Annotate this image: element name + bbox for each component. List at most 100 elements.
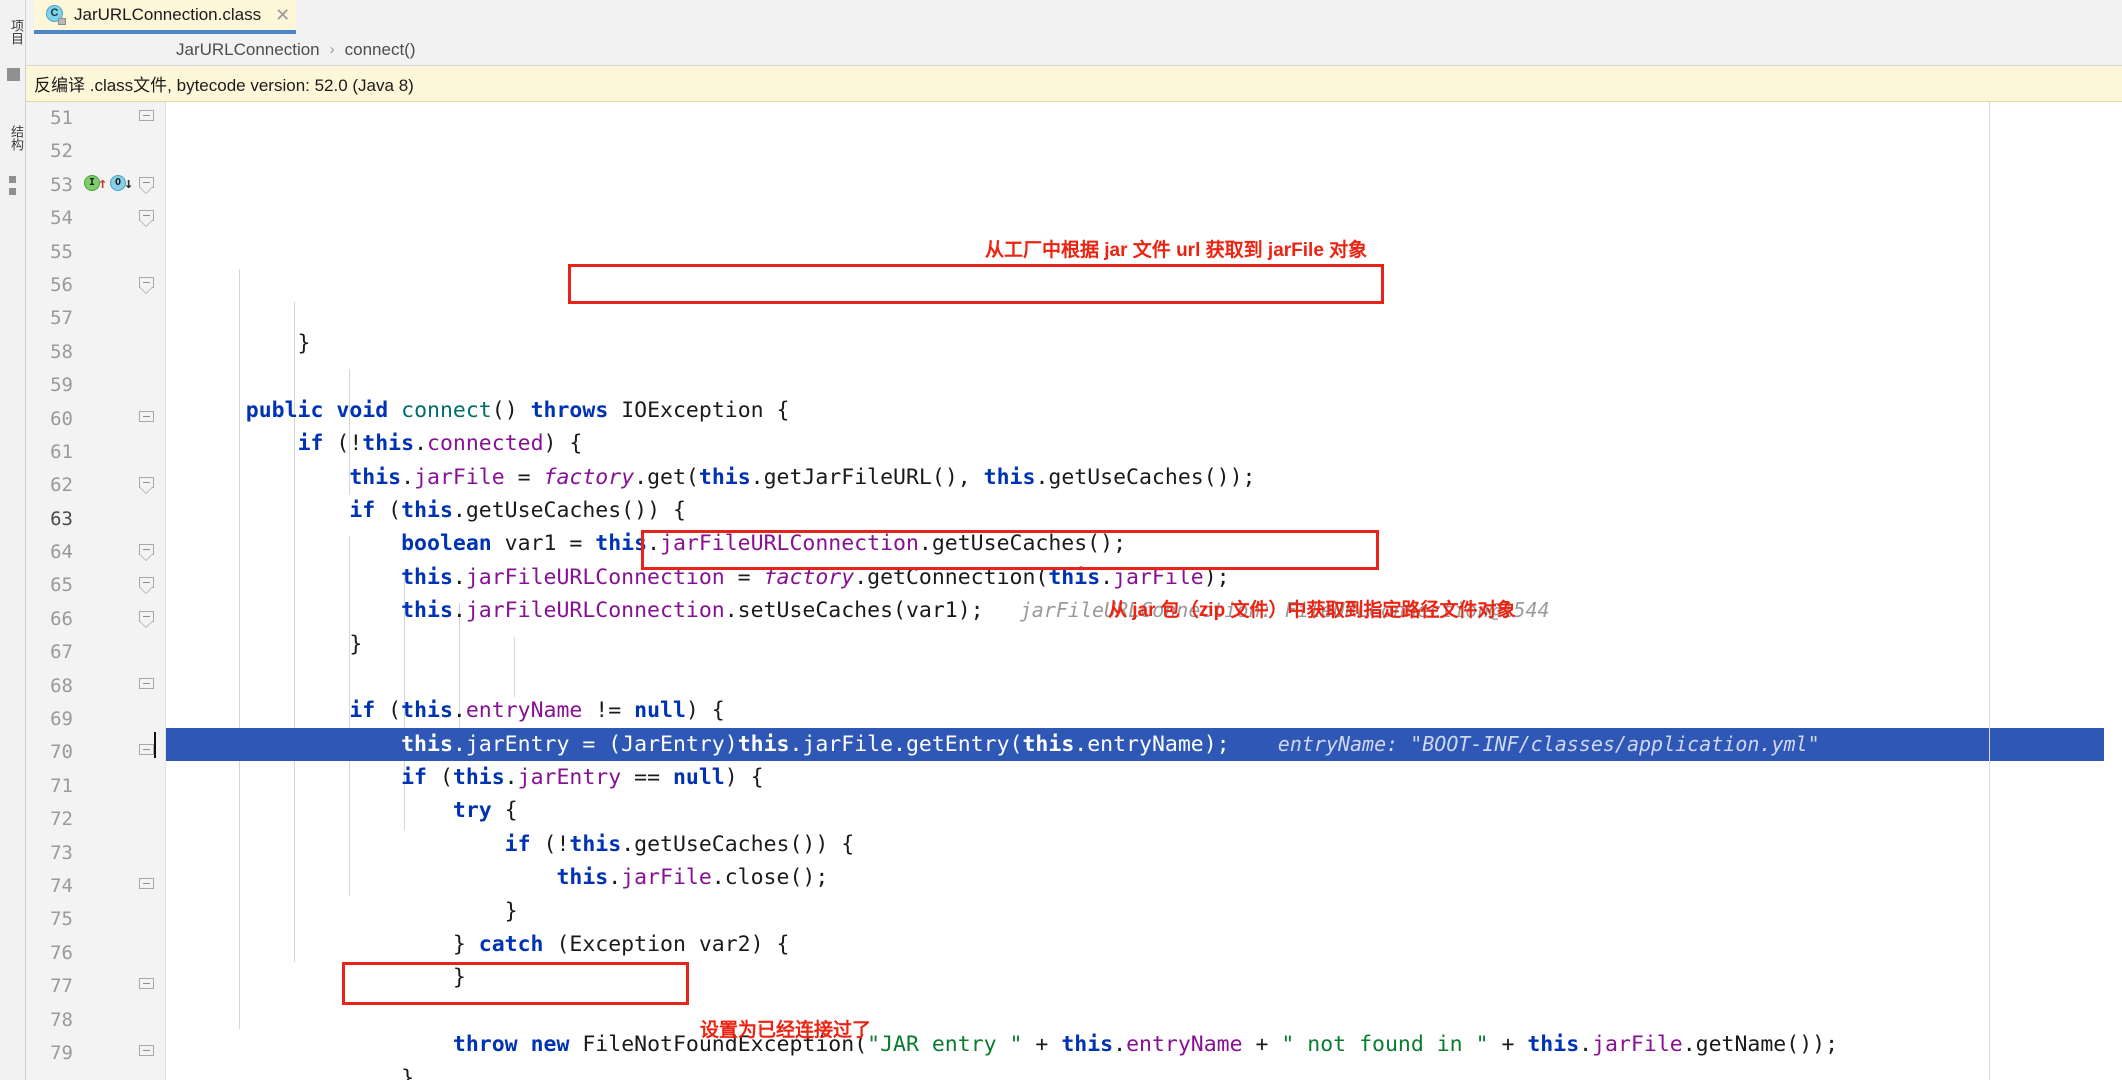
code-line-72[interactable]: throw new FileNotFoundException("JAR ent… (166, 1028, 2122, 1061)
code-line-55[interactable]: this.jarFile = factory.get(this.getJarFi… (166, 461, 2122, 494)
code-token: try (452, 798, 492, 824)
gutter-line-56[interactable]: 56 (26, 269, 165, 302)
editor-gutter[interactable]: 51 52 53 I ↑ O ↓ 54 55 56 57 58 59 60 61 62 63 64 65 66 67 68… (26, 102, 166, 1080)
code-line-60[interactable]: } (166, 628, 2122, 661)
gutter-line-62[interactable]: 62 (26, 469, 165, 502)
code-line-66[interactable]: if (!this.getUseCaches()) { (166, 828, 2122, 861)
gutter-line-72[interactable]: 72 (26, 803, 165, 836)
gutter-line-76[interactable]: 76 (26, 937, 165, 970)
code-token: } (194, 898, 518, 924)
gutter-line-59[interactable]: 59 (26, 369, 165, 402)
code-line-63[interactable]: this.jarEntry = (JarEntry)this.jarFile.g… (154, 727, 2122, 762)
code-token: . (1074, 731, 1088, 757)
code-line-73[interactable]: } (166, 1062, 2122, 1080)
fold-start-icon[interactable] (139, 176, 154, 194)
code-token: this (401, 598, 453, 624)
fold-start-icon[interactable] (139, 477, 154, 495)
gutter-line-52[interactable]: 52 (26, 135, 165, 168)
fold-end-icon[interactable] (139, 1044, 154, 1062)
gutter-line-74[interactable]: 74 (26, 870, 165, 903)
gutter-line-67[interactable]: 67 (26, 636, 165, 669)
gutter-line-66[interactable]: 66 (26, 603, 165, 636)
code-line-64[interactable]: if (this.jarEntry == null) { (166, 761, 2122, 794)
gutter-line-78[interactable]: 78 (26, 1004, 165, 1037)
fold-end-icon[interactable] (139, 978, 154, 995)
code-line-54[interactable]: if (!this.connected) { (166, 427, 2122, 460)
code-line-57[interactable]: boolean var1 = this.jarFileURLConnection… (166, 527, 2122, 560)
code-token: this (401, 731, 453, 757)
fold-start-icon[interactable] (139, 210, 154, 228)
gutter-line-57[interactable]: 57 (26, 302, 165, 335)
code-line-53[interactable]: public void connect() throws IOException… (166, 394, 2122, 427)
code-line-68[interactable]: } (166, 895, 2122, 928)
code-line-58[interactable]: this.jarFileURLConnection = factory.getC… (166, 561, 2122, 594)
decompile-notification-banner: 反编译 .class文件, bytecode version: 52.0 (Ja… (26, 66, 2122, 102)
tool-icon-square-2[interactable] (9, 176, 16, 183)
gutter-line-54[interactable]: 54 (26, 202, 165, 235)
breadcrumb-item-method[interactable]: connect() (345, 40, 416, 60)
gutter-line-60[interactable]: 60 (26, 403, 165, 436)
code-line-56[interactable]: if (this.getUseCaches()) { (166, 494, 2122, 527)
code-line-52[interactable] (166, 360, 2122, 393)
fold-start-icon[interactable] (139, 577, 154, 595)
gutter-line-51[interactable]: 51 (26, 102, 165, 135)
gutter-line-63[interactable]: 63 (26, 503, 165, 536)
code-line-51[interactable]: } (166, 327, 2122, 360)
tool-button-project[interactable]: 项目 (0, 2, 26, 62)
gutter-line-53[interactable]: 53 I ↑ O ↓ (26, 169, 165, 202)
fold-end-icon[interactable] (139, 110, 154, 127)
code-token: . (1100, 564, 1114, 590)
code-token: jarFileURLConnection (465, 564, 725, 590)
line-number: 76 (50, 941, 73, 964)
code-line-67[interactable]: this.jarFile.close(); (166, 861, 2122, 894)
gutter-line-70[interactable]: 70 (26, 736, 165, 769)
fold-end-icon[interactable] (139, 877, 154, 895)
code-line-65[interactable]: try { (166, 794, 2122, 827)
code-token: .getJarFileURL(), (750, 464, 984, 490)
gutter-line-73[interactable]: 73 (26, 837, 165, 870)
code-token: jarFile (414, 464, 505, 490)
fold-start-icon[interactable] (139, 276, 154, 294)
gutter-line-68[interactable]: 68 (26, 670, 165, 703)
code-token: this (698, 464, 751, 490)
fold-end-icon[interactable] (139, 677, 154, 695)
breadcrumb-item-class[interactable]: JarURLConnection (176, 40, 320, 60)
gutter-line-69[interactable]: 69 (26, 703, 165, 736)
gutter-line-61[interactable]: 61 (26, 436, 165, 469)
code-line-69[interactable]: } catch (Exception var2) { (166, 928, 2122, 961)
gutter-line-58[interactable]: 58 (26, 336, 165, 369)
code-line-71[interactable] (166, 995, 2122, 1028)
tool-icon-square-1[interactable] (7, 68, 20, 81)
gutter-line-71[interactable]: 71 (26, 770, 165, 803)
tab-jarurlconnection-class[interactable]: C JarURLConnection.class ✕ (34, 0, 297, 34)
line-number: 57 (50, 307, 73, 330)
fold-start-icon[interactable] (139, 544, 154, 562)
gutter-line-64[interactable]: 64 (26, 536, 165, 569)
gutter-line-77[interactable]: 77 (26, 970, 165, 1003)
gutter-line-79[interactable]: 79 (26, 1037, 165, 1070)
fold-start-icon[interactable] (139, 610, 154, 628)
code-line-62[interactable]: if (this.entryName != null) { (166, 694, 2122, 727)
code-token: "JAR entry " (867, 1032, 1023, 1058)
code-token: .setUseCaches(var1); (724, 598, 984, 624)
code-line-61[interactable] (166, 661, 2122, 694)
close-icon[interactable]: ✕ (275, 6, 290, 24)
gutter-line-75[interactable]: 75 (26, 903, 165, 936)
fold-end-icon[interactable] (139, 744, 154, 761)
overridden-method-icon[interactable]: O ↓ (110, 174, 133, 194)
tool-icon-square-3[interactable] (9, 188, 16, 195)
editor-scrollbar[interactable] (2104, 102, 2122, 1080)
gutter-marker-group[interactable]: I ↑ O ↓ (84, 174, 136, 197)
implemented-method-icon[interactable]: I ↑ (84, 174, 107, 194)
line-number: 56 (50, 273, 73, 296)
fold-end-icon[interactable] (139, 410, 154, 428)
annotation-factory-get: 从工厂中根据 jar 文件 url 获取到 jarFile 对象 (985, 240, 1368, 261)
tool-button-structure[interactable]: 结构 (0, 108, 26, 168)
gutter-line-55[interactable]: 55 (26, 236, 165, 269)
code-line-70[interactable]: } (166, 961, 2122, 994)
gutter-line-65[interactable]: 65 (26, 569, 165, 602)
code-token: factory (763, 564, 855, 590)
code-token: } (194, 932, 479, 958)
